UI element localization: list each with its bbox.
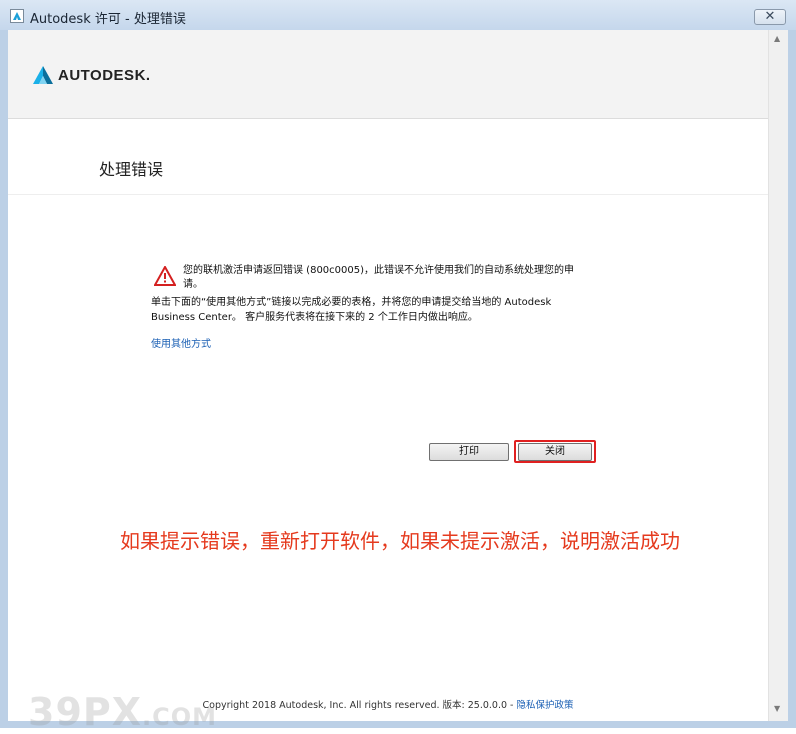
- window-close-button[interactable]: ✕: [754, 9, 786, 25]
- error-message-line-1: 您的联机激活申请返回错误 (800c0005)，此错误不允许使用我们的自动系统处…: [183, 265, 575, 276]
- print-button[interactable]: 打印: [429, 443, 509, 461]
- scroll-up-arrow-icon[interactable]: ▲: [774, 34, 780, 43]
- license-window: Autodesk 许可 - 处理错误 ✕ AUTODESK. 处理错误 您的联机…: [0, 0, 796, 734]
- header-banner: AUTODESK.: [8, 30, 768, 119]
- close-button-highlight: [514, 440, 596, 463]
- heading-divider: [8, 194, 768, 195]
- page-title: 处理错误: [99, 160, 164, 179]
- copyright-text: Copyright 2018 Autodesk, Inc. All rights…: [202, 700, 517, 711]
- privacy-policy-link[interactable]: 隐私保护政策: [516, 700, 573, 711]
- vertical-scrollbar[interactable]: ▲ ▼: [768, 30, 788, 721]
- use-other-method-link[interactable]: 使用其他方式: [151, 335, 211, 350]
- window-title: Autodesk 许可 - 处理错误: [30, 12, 186, 27]
- instruction-line-2: Business Center。 客户服务代表将在接下来的 2 个工作日内做出响…: [151, 312, 478, 323]
- autodesk-logo-mark-icon: [33, 66, 53, 84]
- title-bar: Autodesk 许可 - 处理错误 ✕: [0, 0, 796, 30]
- scroll-down-arrow-icon[interactable]: ▼: [774, 704, 780, 713]
- warning-icon: [154, 266, 176, 286]
- autodesk-app-icon: [10, 9, 24, 23]
- client-area: AUTODESK. 处理错误 您的联机激活申请返回错误 (800c0005)，此…: [8, 30, 788, 734]
- autodesk-logo: AUTODESK.: [32, 65, 151, 85]
- autodesk-logo-text: AUTODESK.: [58, 66, 151, 84]
- instruction-line-1: 单击下面的“使用其他方式”链接以完成必要的表格，并将您的申请提交给当地的 Aut…: [151, 297, 552, 308]
- error-message-line-2: 请。: [183, 279, 203, 290]
- annotation-note: 如果提示错误，重新打开软件，如果未提示激活，说明激活成功: [120, 529, 680, 553]
- footer: Copyright 2018 Autodesk, Inc. All rights…: [8, 697, 768, 711]
